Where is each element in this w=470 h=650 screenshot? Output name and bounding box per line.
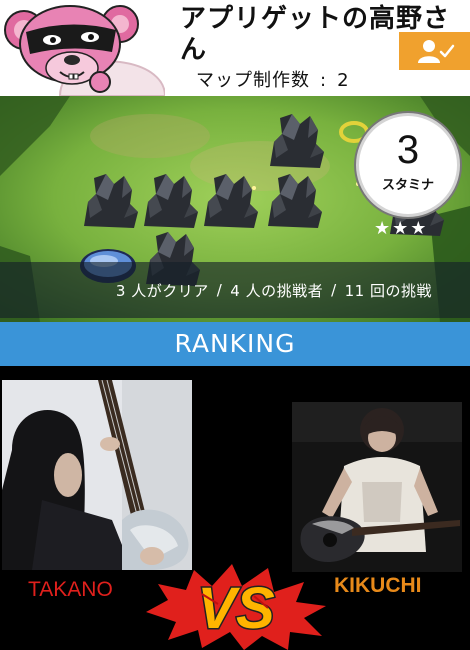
stamina-badge: 3 スタミナ: [356, 113, 460, 217]
challenger-count: 4 人の挑戦者: [230, 281, 324, 300]
map-count: マップ制作数:2: [196, 70, 350, 91]
kikuchi-name: KIKUCHI: [334, 574, 422, 597]
avatar: [4, 5, 165, 96]
map-count-value: 2: [337, 70, 350, 91]
follow-button[interactable]: [399, 32, 470, 70]
attempt-count: 11 回の挑戦: [344, 281, 432, 300]
ranking-button[interactable]: RANKING: [0, 322, 470, 366]
app-page: アプリゲットの高野さん マップ制作数:2 3 スタミナ ★★★ 3 人がクリア …: [0, 0, 470, 650]
takano-photo: [2, 380, 192, 570]
vs-emblem: VS: [146, 564, 326, 650]
rating-stars: ★★★: [374, 218, 429, 239]
stamina-label: スタミナ: [381, 178, 434, 193]
vs-text: VS: [197, 576, 275, 641]
person-check-icon: [417, 40, 454, 63]
stats-bar: 3 人がクリア / 4 人の挑戦者 / 11 回の挑戦: [0, 262, 470, 318]
stamina-value: 3: [396, 128, 420, 172]
map-preview[interactable]: 3 スタミナ ★★★ 3 人がクリア / 4 人の挑戦者 / 11 回の挑戦: [0, 96, 470, 322]
map-count-label: マップ制作数: [196, 70, 310, 91]
profile-header: アプリゲットの高野さん マップ制作数:2: [0, 0, 470, 96]
kikuchi-photo: [292, 402, 462, 572]
cleared-count: 3 人がクリア: [115, 281, 209, 300]
takano-name: TAKANO: [28, 578, 113, 601]
